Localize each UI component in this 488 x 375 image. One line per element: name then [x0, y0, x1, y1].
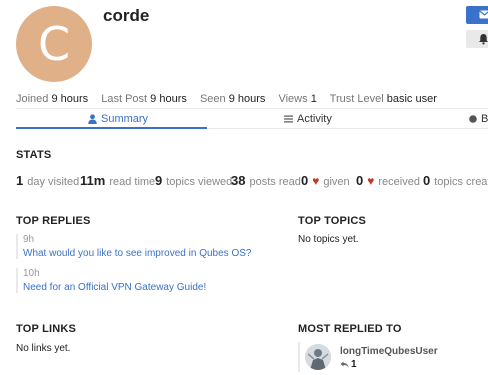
- bell-icon: [479, 34, 488, 45]
- stats-heading: STATS: [16, 149, 52, 161]
- joined-label: Joined: [16, 93, 49, 105]
- reply-icon: [340, 361, 349, 368]
- user-avatar[interactable]: [305, 344, 331, 370]
- tab-badges-label: Ba: [481, 113, 488, 125]
- stat-label: topics created: [434, 176, 488, 188]
- stat-value: 1: [16, 173, 24, 188]
- stat-topics-created: 0 topics created: [423, 173, 488, 188]
- stat-value: 0: [356, 173, 364, 188]
- joined-info: Joined 9 hours: [16, 93, 88, 105]
- most-replied-username[interactable]: longTimeQubesUser: [340, 346, 438, 357]
- stat-value: 38: [231, 173, 246, 188]
- badge-icon: [469, 115, 477, 123]
- envelope-icon: [479, 10, 488, 19]
- user-meta-row: Joined 9 hours Last Post 9 hours Seen 9 …: [16, 93, 447, 105]
- last-post-label: Last Post: [101, 93, 148, 105]
- user-icon: [88, 114, 97, 124]
- reply-time: 9h: [23, 234, 35, 245]
- stat-value: 9: [155, 173, 163, 188]
- list-icon: [284, 115, 293, 123]
- message-button[interactable]: [466, 6, 488, 24]
- reply-topic-link[interactable]: Need for an Official VPN Gateway Guide!: [23, 282, 283, 293]
- stat-label: read time: [109, 176, 156, 188]
- seen-label: Seen: [199, 93, 226, 105]
- reply-time: 10h: [23, 268, 40, 279]
- last-post-value: 9 hours: [150, 93, 187, 105]
- top-topics-heading: TOP TOPICS: [298, 215, 367, 227]
- joined-value: 9 hours: [51, 93, 89, 105]
- stat-label: day visited: [27, 176, 80, 188]
- tab-activity[interactable]: Activity: [284, 113, 332, 125]
- most-replied-item: longTimeQubesUser 1: [298, 342, 488, 372]
- views-value: 1: [310, 93, 317, 105]
- stat-value: 0: [301, 173, 309, 188]
- stat-likes-given: 0 ♥ given: [301, 173, 350, 188]
- heart-icon: ♥: [312, 174, 320, 188]
- stat-days-visited: 1 day visited: [16, 173, 79, 188]
- heart-icon: ♥: [367, 174, 375, 188]
- reply-item: 9h What would you like to see improved i…: [16, 234, 283, 259]
- tab-activity-label: Activity: [297, 113, 332, 125]
- stat-label: received: [378, 176, 420, 188]
- top-topics-empty: No topics yet.: [298, 234, 359, 245]
- active-tab-indicator: [16, 127, 207, 129]
- stat-value: 0: [423, 173, 431, 188]
- trust-level-value: basic user: [386, 93, 437, 105]
- seen-value: 9 hours: [228, 93, 266, 105]
- reply-topic-link[interactable]: What would you like to see improved in Q…: [23, 248, 283, 259]
- most-replied-heading: MOST REPLIED TO: [298, 323, 402, 335]
- notifications-button[interactable]: [466, 30, 488, 48]
- reply-count-value: 1: [351, 359, 357, 370]
- trust-level-label: Trust Level: [329, 93, 384, 105]
- stat-label: posts read: [249, 176, 301, 188]
- stat-likes-received: 0 ♥ received: [356, 173, 420, 188]
- username: corde: [103, 6, 150, 25]
- reply-count: 1: [340, 359, 357, 370]
- seen-info: Seen 9 hours: [200, 93, 265, 105]
- last-post-info: Last Post 9 hours: [101, 93, 187, 105]
- views-label: Views: [278, 93, 308, 105]
- top-links-heading: TOP LINKS: [16, 323, 77, 335]
- stat-topics-viewed: 9 topics viewed: [155, 173, 232, 188]
- user-avatar[interactable]: C: [16, 6, 92, 82]
- tab-summary[interactable]: Summary: [88, 113, 148, 125]
- trust-level-info: Trust Level basic user: [330, 93, 437, 105]
- tab-summary-label: Summary: [101, 113, 149, 125]
- meta-divider: [16, 108, 488, 109]
- stat-posts-read: 38 posts read: [231, 173, 301, 188]
- top-links-empty: No links yet.: [16, 343, 71, 354]
- stat-read-time: 11m read time: [80, 173, 155, 188]
- reply-item: 10h Need for an Official VPN Gateway Gui…: [16, 268, 283, 293]
- top-replies-heading: TOP REPLIES: [16, 215, 91, 227]
- stat-label: topics viewed: [166, 176, 233, 188]
- tab-badges[interactable]: Ba: [469, 113, 488, 125]
- stat-value: 11m: [80, 173, 106, 188]
- views-info: Views 1: [278, 93, 316, 105]
- stat-label: given: [323, 176, 350, 188]
